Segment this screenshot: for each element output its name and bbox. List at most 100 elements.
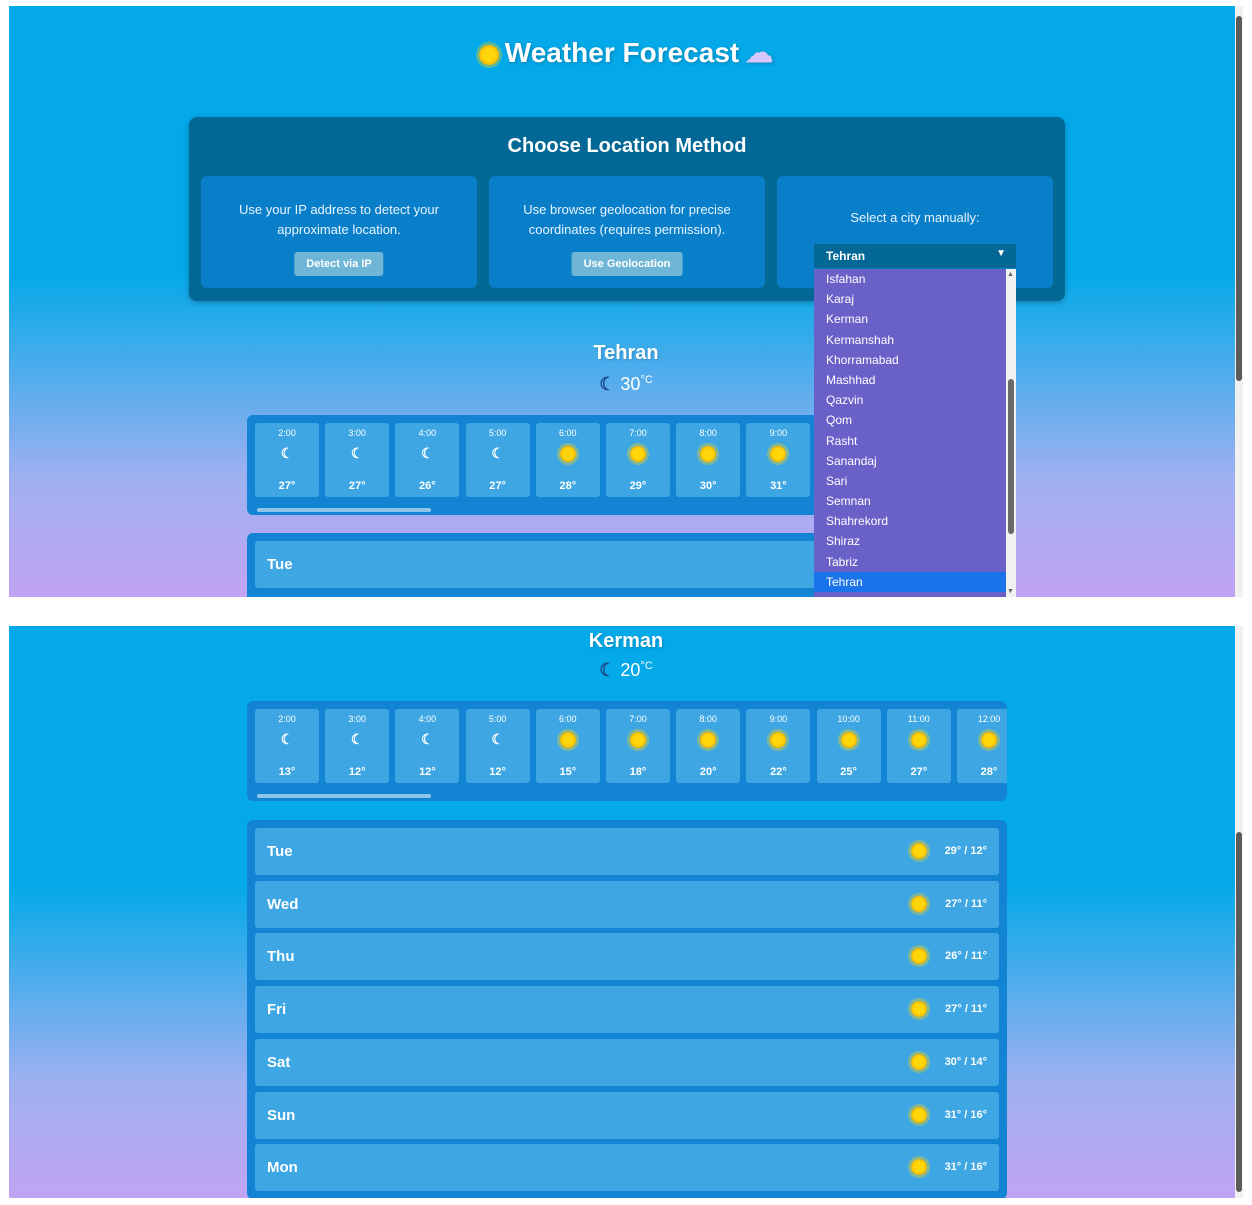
hour-card: 12:00 28° [957,709,1007,783]
hour-temp: 18° [629,766,647,778]
moon-icon: ☾ [421,731,434,747]
sun-icon [817,731,881,749]
use-geolocation-button[interactable]: Use Geolocation [571,252,683,276]
hour-temp: 30° [699,480,717,492]
moon-icon: ☾ [599,374,616,394]
hour-card: 6:00 28° [535,423,600,497]
sun-icon [606,731,670,749]
day-row: Sun 31° / 16° [255,1091,999,1139]
hour-time: 9:00 [769,714,788,724]
day-name: Thu [267,948,295,966]
sun-icon [536,445,600,463]
hour-card: 6:00 15° [535,709,600,783]
hour-card: 8:00 20° [676,709,741,783]
hour-card: 5:00 ☾ 27° [465,423,530,497]
dropdown-option[interactable]: Semnan [814,491,1016,511]
day-name: Wed [267,895,299,913]
hour-time: 6:00 [559,428,577,438]
dropdown-option[interactable]: Tehran [814,571,1016,592]
geolocation-method-text: Use browser geolocation for precise coor… [523,202,731,237]
day-temp-range: 30° / 14° [944,1055,987,1068]
moon-icon: ☾ [350,731,364,747]
hour-temp: 27° [348,480,366,492]
day-name: Fri [267,1001,287,1019]
hour-temp: 27° [278,480,296,492]
sun-icon [911,843,927,859]
hour-temp: 28° [980,766,998,778]
dropdown-option[interactable]: Rasht [814,431,1016,451]
page-scrollbar[interactable] [1235,6,1243,597]
scroll-up-icon[interactable]: ▲ [1007,271,1014,278]
dropdown-option[interactable]: Kermanshah [814,330,1016,350]
dropdown-option[interactable]: Karaj [814,289,1016,309]
dropdown-option[interactable]: Qom [814,410,1016,430]
dropdown-scrollbar[interactable]: ▲ ▼ [1006,269,1016,597]
day-temp-range: 29° / 12° [944,845,987,857]
sun-icon [911,948,927,965]
dropdown-option[interactable]: Tabriz [814,552,1016,572]
dropdown-option[interactable]: Mashhad [814,370,1016,390]
sun-icon [957,731,1007,749]
hour-time: 5:00 [488,714,507,724]
hour-card: 8:00 30° [676,423,741,497]
sun-icon [746,731,810,749]
hourly-forecast-strip[interactable]: 2:00 ☾ 13° 3:00 ☾ 12° 4:00 ☾ 12° 5:00 ☾ 12° 6:00 15° 7… [247,701,1007,801]
sun-icon [676,731,740,749]
current-temp: ☾ 20°C [599,660,653,680]
dropdown-option[interactable]: Sanandaj [814,451,1016,471]
hour-time: 6:00 [559,714,577,724]
daily-forecast-list: Tue 29° / 12° Wed 27° / 11° Thu 26° / 11° Fri 2… [247,820,1007,1198]
hour-temp: 25° [840,766,857,778]
day-temp-range: 31° / 16° [944,1108,987,1121]
dropdown-option[interactable]: Shahrekord [814,511,1016,531]
hourly-scrollbar[interactable] [249,793,1005,799]
sun-icon [676,445,740,463]
hour-card: 4:00 ☾ 26° [395,423,460,497]
page-scrollbar[interactable] [1235,626,1243,1198]
sun-icon [887,731,951,749]
screenshot-kerman-forecast: Kerman ☾ 20°C 2:00 ☾ 13° 3:00 ☾ 12° 4:00 ☾ 12° 5:… [9,626,1243,1198]
sun-icon [478,44,499,65]
ip-method-text: Use your IP address to detect your appro… [239,202,439,237]
day-temp-range: 26° / 11° [945,950,987,963]
hour-temp: 29° [629,480,647,492]
sun-icon [911,1106,927,1123]
sun-icon [536,731,600,749]
ip-method-card: Use your IP address to detect your appro… [201,176,477,288]
detect-via-ip-button[interactable]: Detect via IP [294,252,384,276]
hour-temp: 22° [770,766,787,778]
scroll-down-icon[interactable]: ▼ [1007,588,1014,595]
day-temp-range: 31° / 16° [944,1161,987,1174]
city-select[interactable]: Tehran ▼ [814,244,1016,268]
dropdown-option[interactable]: Khorramabad [814,350,1016,370]
dropdown-option[interactable]: Sari [814,471,1016,491]
hour-card: 7:00 29° [606,423,670,497]
hour-card: 11:00 27° [886,709,951,783]
screenshot-location-chooser: Weather Forecast ☁ Choose Location Method… [9,6,1243,597]
city-dropdown-list[interactable]: Isfahan Karaj Kerman Kermanshah Khorramabad M… [814,269,1016,597]
hour-card: 9:00 22° [746,709,811,783]
geolocation-method-card: Use browser geolocation for precise coor… [489,176,765,288]
moon-icon: ☾ [599,660,616,680]
hour-time: 2:00 [278,714,296,724]
day-row: Wed 27° / 11° [255,880,999,928]
hour-time: 5:00 [488,428,507,438]
moon-icon: ☾ [491,731,504,747]
hour-temp: 28° [559,480,577,492]
sun-icon [911,1053,927,1070]
hour-time: 2:00 [278,428,296,438]
hour-time: 3:00 [348,714,366,724]
hour-time: 10:00 [837,714,860,724]
dropdown-option[interactable]: Isfahan [814,269,1016,289]
moon-icon: ☾ [280,731,294,747]
hour-time: 3:00 [348,428,366,438]
day-row: Tue 29° / 12° [255,828,999,875]
moon-icon: ☾ [280,445,294,461]
dropdown-option[interactable]: Shiraz [814,531,1016,551]
dropdown-option[interactable]: Qazvin [814,390,1016,410]
current-temp: ☾ 30°C [599,374,653,394]
day-name: Tue [267,843,293,860]
hour-card: 2:00 ☾ 13° [255,709,319,783]
sun-icon [911,895,927,912]
dropdown-option[interactable]: Kerman [814,309,1016,329]
